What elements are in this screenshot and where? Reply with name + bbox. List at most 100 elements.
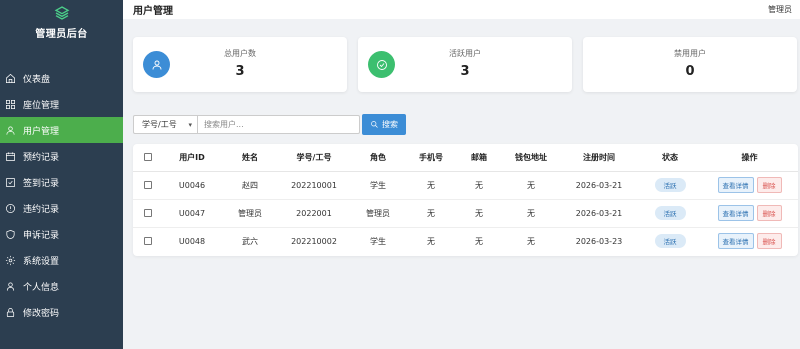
sidebar-item-label: 用户管理 [23, 126, 60, 137]
row-select-cell [133, 199, 163, 228]
delete-button[interactable]: 删除 [756, 205, 782, 221]
status-badge: 活跃 [654, 178, 686, 192]
sidebar-item-users[interactable]: 用户管理 [0, 117, 123, 143]
top-bar: 用户管理 管理员 [123, 0, 800, 19]
delete-button[interactable]: 删除 [756, 233, 782, 250]
table-row: U0046 赵四 202210001 学生 无 无 无 2026-03-21 活… [133, 171, 798, 200]
column-header: 用户ID [163, 144, 221, 172]
sidebar-item-appeals[interactable]: 申诉记录 [0, 221, 123, 247]
cell-number: 202210001 [279, 171, 349, 200]
column-header: 学号/工号 [279, 144, 349, 172]
cell-role: 管理员 [349, 199, 407, 228]
delete-button[interactable]: 删除 [756, 177, 782, 193]
column-header: 注册时间 [559, 144, 639, 172]
cell-email: 无 [455, 171, 503, 200]
sidebar-item-label: 签到记录 [23, 178, 60, 189]
sidebar-item-label: 系统设置 [23, 256, 60, 267]
chevron-down-icon: ▾ [188, 120, 192, 129]
search-button-label: 搜索 [382, 120, 398, 129]
row-checkbox[interactable] [144, 209, 152, 217]
cell-phone: 无 [427, 236, 435, 246]
cell-status: 活跃 [639, 171, 701, 200]
cell-phone: 无 [407, 199, 455, 228]
sidebar-item-label: 预约记录 [23, 152, 60, 163]
column-header: 状态 [639, 144, 701, 172]
column-header: 操作 [701, 144, 798, 172]
cell-role: 学生 [349, 171, 407, 200]
view-details-button[interactable]: 查看详情 [717, 177, 754, 193]
sidebar-item-label: 座位管理 [23, 100, 60, 111]
sidebar-item-label: 申诉记录 [23, 230, 60, 241]
cell-user-id: U0046 [163, 171, 221, 200]
stat-card-disabled: 禁用用户 0 [583, 37, 797, 92]
calendar-icon [4, 150, 17, 163]
select-all-header [133, 144, 163, 172]
sidebar-item-dashboard[interactable]: 仪表盘 [0, 65, 123, 91]
table-header-row: 用户ID 姓名 学号/工号 角色 手机号 邮箱 钱包地址 注册时间 状态 操作 [133, 144, 798, 172]
stat-label: 活跃用户 [449, 49, 481, 58]
search-input[interactable] [198, 115, 360, 134]
sidebar-item-checkins[interactable]: 签到记录 [0, 169, 123, 195]
cell-actions: 查看详情 删除 [701, 171, 798, 200]
cell-number: 2022001 [279, 199, 349, 228]
cell-wallet: 无 [503, 199, 559, 228]
row-checkbox[interactable] [144, 237, 152, 246]
stat-value: 0 [685, 64, 695, 79]
cell-role: 学生 [370, 236, 386, 246]
sidebar-item-violations[interactable]: 违约记录 [0, 195, 123, 221]
main-content: 用户管理 管理员 总用户数 3 活跃用户 3 禁用用户 0 学号/工号 ▾ 搜索 [123, 0, 800, 349]
cell-actions: 查看详情 删除 [701, 227, 798, 255]
column-header: 姓名 [221, 144, 279, 172]
lock-icon [4, 306, 17, 319]
cell-registered: 2026-03-21 [559, 199, 639, 228]
stats-row: 总用户数 3 活跃用户 3 禁用用户 0 [133, 37, 797, 92]
sidebar: 管理员后台 仪表盘 座位管理 用户管理 预约记录 签到记录 违约记录 申诉记录 … [0, 0, 123, 349]
row-select-cell [133, 171, 163, 200]
status-badge: 活跃 [654, 234, 686, 249]
cell-wallet: 无 [503, 171, 559, 200]
view-details-button[interactable]: 查看详情 [717, 205, 754, 221]
checkbox-icon [4, 176, 17, 189]
current-user-label[interactable]: 管理员 [768, 4, 792, 15]
search-button[interactable]: 搜索 [362, 114, 406, 135]
search-icon [371, 121, 378, 128]
cell-name: 赵四 [221, 171, 279, 200]
sidebar-item-reservations[interactable]: 预约记录 [0, 143, 123, 169]
view-details-button[interactable]: 查看详情 [717, 233, 754, 250]
table-row: U0048 武六 202210002 学生 无 无 无 2026-03-23 活… [133, 227, 798, 255]
status-badge: 活跃 [654, 206, 686, 220]
stat-label: 总用户数 [224, 49, 256, 58]
layers-logo-icon [54, 6, 69, 20]
cell-name: 管理员 [221, 199, 279, 228]
brand: 管理员后台 [0, 0, 123, 55]
search-field-select[interactable]: 学号/工号 ▾ [133, 115, 198, 134]
home-icon [4, 72, 17, 85]
sidebar-nav: 仪表盘 座位管理 用户管理 预约记录 签到记录 违约记录 申诉记录 系统设置 个… [0, 65, 123, 325]
sidebar-item-password[interactable]: 修改密码 [0, 299, 123, 325]
column-header: 邮箱 [455, 144, 503, 172]
sidebar-item-profile[interactable]: 个人信息 [0, 273, 123, 299]
select-all-checkbox[interactable] [144, 153, 152, 162]
cell-name: 武六 [242, 236, 258, 246]
gear-icon [4, 254, 17, 267]
page-title: 用户管理 [133, 6, 173, 17]
users-table-card: 用户ID 姓名 学号/工号 角色 手机号 邮箱 钱包地址 注册时间 状态 操作 … [133, 144, 798, 256]
cell-status: 活跃 [639, 227, 701, 255]
column-header: 角色 [349, 144, 407, 172]
sidebar-item-settings[interactable]: 系统设置 [0, 247, 123, 273]
cell-number: 202210002 [291, 236, 337, 246]
column-header: 钱包地址 [503, 144, 559, 172]
sidebar-item-seats[interactable]: 座位管理 [0, 91, 123, 117]
cell-email: 无 [475, 236, 483, 246]
sidebar-item-label: 仪表盘 [23, 74, 51, 85]
stat-value: 3 [235, 64, 245, 79]
filter-bar: 学号/工号 ▾ 搜索 [133, 114, 406, 135]
row-checkbox[interactable] [144, 181, 152, 189]
cell-status: 活跃 [639, 199, 701, 228]
cell-phone: 无 [407, 171, 455, 200]
sidebar-item-label: 修改密码 [23, 308, 60, 319]
user-icon [4, 124, 17, 137]
select-value: 学号/工号 [142, 120, 177, 129]
brand-title: 管理员后台 [35, 29, 88, 40]
cell-user-id: U0048 [178, 236, 206, 246]
